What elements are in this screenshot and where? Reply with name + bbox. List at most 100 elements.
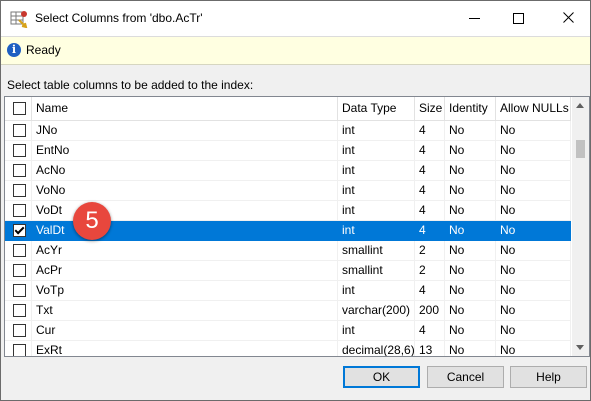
cell-allow-nulls: No — [496, 181, 571, 200]
row-checkbox-cell[interactable] — [5, 241, 32, 260]
cell-size: 200 — [415, 301, 445, 320]
cell-name: VoNo — [32, 181, 338, 200]
cancel-button[interactable]: Cancel — [427, 366, 504, 388]
row-checkbox[interactable] — [13, 144, 26, 157]
cell-identity: No — [445, 121, 496, 140]
cell-allow-nulls: No — [496, 321, 571, 340]
cell-identity: No — [445, 141, 496, 160]
table-row[interactable]: AcNo int 4 No No — [5, 161, 571, 181]
cell-identity: No — [445, 261, 496, 280]
cell-data-type: int — [338, 141, 415, 160]
header-data-type[interactable]: Data Type — [338, 97, 415, 120]
row-checkbox-cell[interactable] — [5, 341, 32, 356]
row-checkbox[interactable] — [13, 164, 26, 177]
table-row[interactable]: Cur int 4 No No — [5, 321, 571, 341]
cell-size: 2 — [415, 261, 445, 280]
cell-size: 4 — [415, 181, 445, 200]
info-icon: i — [7, 43, 21, 57]
cell-allow-nulls: No — [496, 121, 571, 140]
row-checkbox-cell[interactable] — [5, 261, 32, 280]
maximize-button[interactable] — [496, 1, 540, 36]
cell-name: EntNo — [32, 141, 338, 160]
row-checkbox[interactable] — [13, 344, 26, 356]
cell-data-type: int — [338, 121, 415, 140]
row-checkbox-cell[interactable] — [5, 121, 32, 140]
select-all-header[interactable] — [5, 97, 32, 120]
minimize-button[interactable] — [452, 1, 496, 36]
cell-name: AcNo — [32, 161, 338, 180]
cell-allow-nulls: No — [496, 141, 571, 160]
status-bar: i Ready — [1, 36, 590, 65]
row-checkbox-cell[interactable] — [5, 181, 32, 200]
cell-data-type: int — [338, 201, 415, 220]
cell-size: 13 — [415, 341, 445, 356]
vertical-scrollbar[interactable] — [572, 97, 589, 356]
scroll-down-icon[interactable] — [576, 345, 584, 350]
scroll-thumb[interactable] — [576, 140, 585, 158]
status-text: Ready — [26, 43, 61, 57]
cell-identity: No — [445, 201, 496, 220]
cell-size: 4 — [415, 201, 445, 220]
header-allow-nulls[interactable]: Allow NULLs — [496, 97, 571, 120]
cell-size: 4 — [415, 161, 445, 180]
row-checkbox[interactable] — [13, 324, 26, 337]
close-icon — [562, 11, 574, 26]
cell-size: 4 — [415, 281, 445, 300]
cell-allow-nulls: No — [496, 301, 571, 320]
cell-size: 4 — [415, 221, 445, 240]
header-name[interactable]: Name — [32, 97, 338, 120]
cell-identity: No — [445, 301, 496, 320]
close-button[interactable] — [546, 1, 590, 36]
row-checkbox-cell[interactable] — [5, 221, 32, 240]
row-checkbox-cell[interactable] — [5, 281, 32, 300]
table-row[interactable]: EntNo int 4 No No — [5, 141, 571, 161]
row-checkbox[interactable] — [13, 124, 26, 137]
cell-identity: No — [445, 321, 496, 340]
row-checkbox-cell[interactable] — [5, 321, 32, 340]
cell-data-type: int — [338, 221, 415, 240]
cell-data-type: decimal(28,6) — [338, 341, 415, 356]
cell-name: Cur — [32, 321, 338, 340]
index-columns-icon — [10, 10, 28, 29]
row-checkbox[interactable] — [13, 244, 26, 257]
cell-name: AcYr — [32, 241, 338, 260]
table-row[interactable]: AcPr smallint 2 No No — [5, 261, 571, 281]
cell-name: JNo — [32, 121, 338, 140]
cell-allow-nulls: No — [496, 241, 571, 260]
row-checkbox[interactable] — [13, 284, 26, 297]
row-checkbox[interactable] — [13, 224, 26, 237]
scroll-up-icon[interactable] — [576, 103, 584, 108]
row-checkbox[interactable] — [13, 304, 26, 317]
table-row[interactable]: Txt varchar(200) 200 No No — [5, 301, 571, 321]
cell-size: 4 — [415, 321, 445, 340]
header-size[interactable]: Size — [415, 97, 445, 120]
maximize-icon — [512, 13, 524, 24]
minimize-icon — [468, 18, 480, 19]
window-title: Select Columns from 'dbo.AcTr' — [35, 11, 203, 25]
help-button[interactable]: Help — [510, 366, 587, 388]
row-checkbox-cell[interactable] — [5, 141, 32, 160]
row-checkbox-cell[interactable] — [5, 161, 32, 180]
header-identity[interactable]: Identity — [445, 97, 496, 120]
table-row[interactable]: AcYr smallint 2 No No — [5, 241, 571, 261]
cell-size: 4 — [415, 121, 445, 140]
row-checkbox-cell[interactable] — [5, 201, 32, 220]
instruction-label: Select table columns to be added to the … — [7, 78, 254, 92]
ok-button[interactable]: OK — [343, 366, 420, 388]
cell-data-type: varchar(200) — [338, 301, 415, 320]
table-row[interactable]: JNo int 4 No No — [5, 121, 571, 141]
cell-data-type: int — [338, 161, 415, 180]
row-checkbox-cell[interactable] — [5, 301, 32, 320]
row-checkbox[interactable] — [13, 184, 26, 197]
row-checkbox[interactable] — [13, 204, 26, 217]
cell-data-type: int — [338, 281, 415, 300]
table-row[interactable]: VoTp int 4 No No — [5, 281, 571, 301]
row-checkbox[interactable] — [13, 264, 26, 277]
cell-identity: No — [445, 241, 496, 260]
table-row[interactable]: VoNo int 4 No No — [5, 181, 571, 201]
cell-name: AcPr — [32, 261, 338, 280]
cell-identity: No — [445, 341, 496, 356]
select-all-checkbox[interactable] — [13, 102, 26, 115]
cell-name: Txt — [32, 301, 338, 320]
table-row[interactable]: ExRt decimal(28,6) 13 No No — [5, 341, 571, 356]
